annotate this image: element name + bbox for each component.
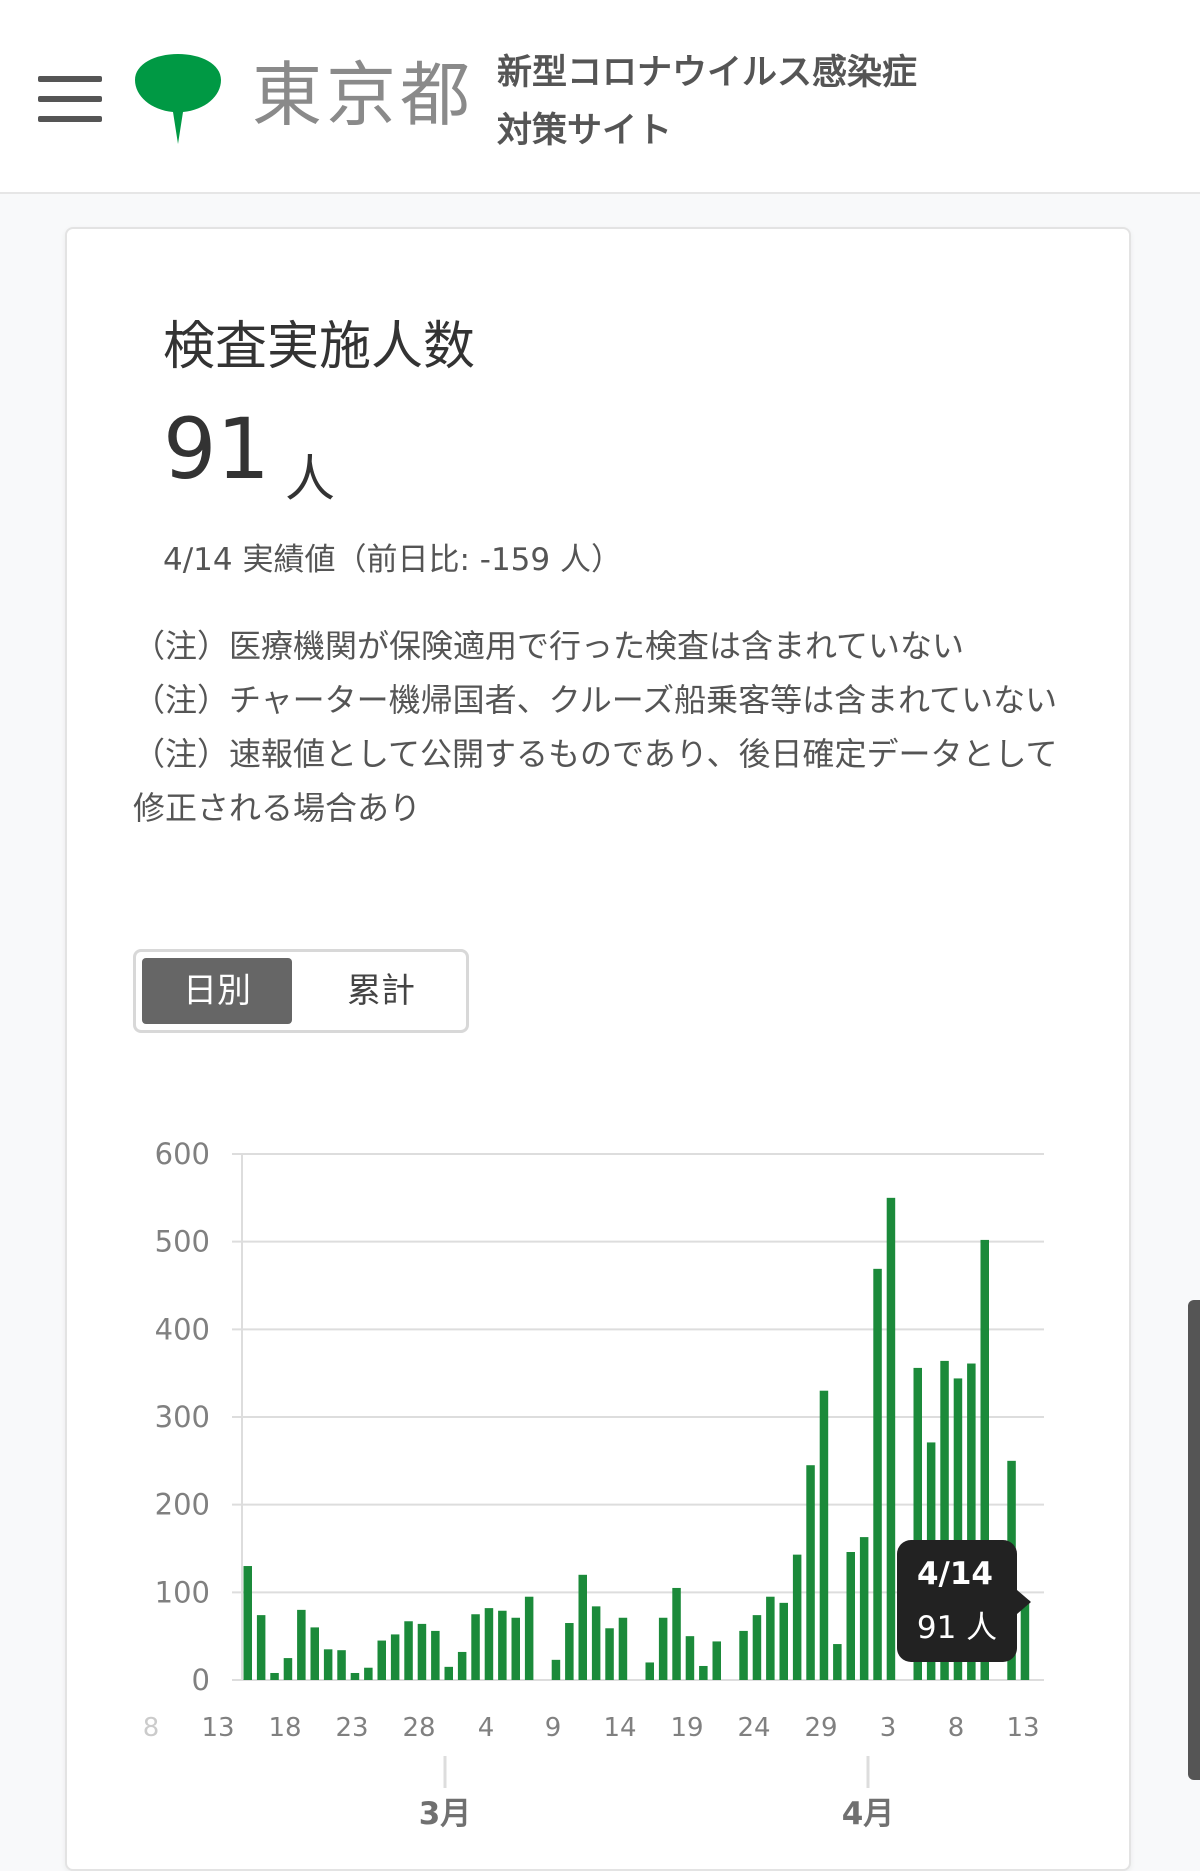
x-tick-label: 3 <box>880 1713 897 1743</box>
bar <box>819 1390 829 1680</box>
bar <box>256 1615 266 1680</box>
bar <box>498 1610 507 1680</box>
x-tick-label: 29 <box>804 1713 837 1743</box>
tooltip-date: 4/14 <box>917 1556 993 1592</box>
x-axis-ticks: 8 13 18 23 28 4 9 14 19 24 29 3 8 13 <box>143 1713 1040 1743</box>
x-tick-label: 23 <box>335 1713 368 1743</box>
bar <box>833 1644 842 1680</box>
y-tick-label: 100 <box>155 1575 210 1609</box>
bar <box>739 1630 748 1680</box>
bar <box>444 1666 453 1680</box>
bar <box>404 1621 413 1680</box>
bar <box>685 1636 695 1680</box>
bar <box>859 1537 869 1680</box>
bar <box>457 1651 467 1680</box>
bar <box>645 1662 654 1680</box>
bar <box>578 1574 587 1680</box>
bar <box>431 1630 440 1680</box>
x-tick-label: 8 <box>948 1713 965 1743</box>
x-tick-label: 18 <box>268 1713 301 1743</box>
x-tick-label: 13 <box>1006 1713 1039 1743</box>
bar <box>471 1614 480 1680</box>
x-tick-label: 9 <box>545 1713 562 1743</box>
bar <box>658 1617 668 1680</box>
daily-tests-bar-chart: 0 100 200 300 400 500 600 8 13 18 23 28 4 9 14 19 24 29 3… <box>143 1137 1044 1832</box>
bar <box>618 1617 628 1680</box>
bar <box>591 1606 601 1680</box>
bar <box>846 1552 855 1680</box>
bar <box>766 1596 775 1680</box>
y-tick-label: 600 <box>155 1137 210 1171</box>
bar <box>605 1628 614 1680</box>
bar <box>350 1672 360 1680</box>
y-tick-label: 0 <box>192 1663 210 1697</box>
bar <box>270 1672 279 1680</box>
scrollbar-handle[interactable] <box>1188 1300 1200 1780</box>
tooltip-value: 91 人 <box>917 1610 997 1646</box>
bar <box>565 1623 574 1680</box>
bar <box>364 1667 373 1680</box>
bar <box>417 1623 427 1680</box>
bar <box>806 1465 815 1680</box>
bar <box>1020 1600 1030 1680</box>
x-tick-label: 28 <box>402 1713 435 1743</box>
y-tick-label: 400 <box>155 1312 210 1346</box>
bar <box>323 1649 333 1680</box>
bar <box>511 1617 520 1680</box>
bar <box>873 1268 882 1680</box>
month-labels: 3月 4月 <box>419 1756 895 1832</box>
bar <box>283 1658 293 1680</box>
bar <box>524 1596 534 1680</box>
x-tick-label: 8 <box>143 1713 160 1743</box>
y-tick-label: 200 <box>155 1488 210 1522</box>
bar <box>886 1197 896 1680</box>
bar <box>377 1640 386 1680</box>
bar <box>672 1587 681 1680</box>
month-label: 4月 <box>842 1796 895 1832</box>
bar <box>310 1627 319 1680</box>
bar <box>752 1615 762 1680</box>
x-tick-label: 19 <box>670 1713 703 1743</box>
bar <box>792 1554 802 1680</box>
x-tick-label: 13 <box>201 1713 234 1743</box>
bar <box>712 1641 721 1680</box>
y-tick-label: 500 <box>155 1225 210 1259</box>
chart-tooltip: 4/14 91 人 <box>897 1540 1031 1662</box>
bar <box>297 1609 306 1680</box>
bar <box>484 1608 494 1680</box>
x-tick-label: 24 <box>737 1713 770 1743</box>
bar <box>337 1650 346 1680</box>
x-tick-label: 4 <box>478 1713 495 1743</box>
bar <box>243 1566 252 1680</box>
bar <box>551 1659 561 1680</box>
x-tick-label: 14 <box>603 1713 636 1743</box>
bar <box>779 1602 788 1680</box>
y-axis-ticks: 0 100 200 300 400 500 600 <box>155 1137 210 1697</box>
bar <box>699 1665 708 1680</box>
month-label: 3月 <box>419 1796 472 1832</box>
bar <box>390 1634 400 1680</box>
y-tick-label: 300 <box>155 1400 210 1434</box>
